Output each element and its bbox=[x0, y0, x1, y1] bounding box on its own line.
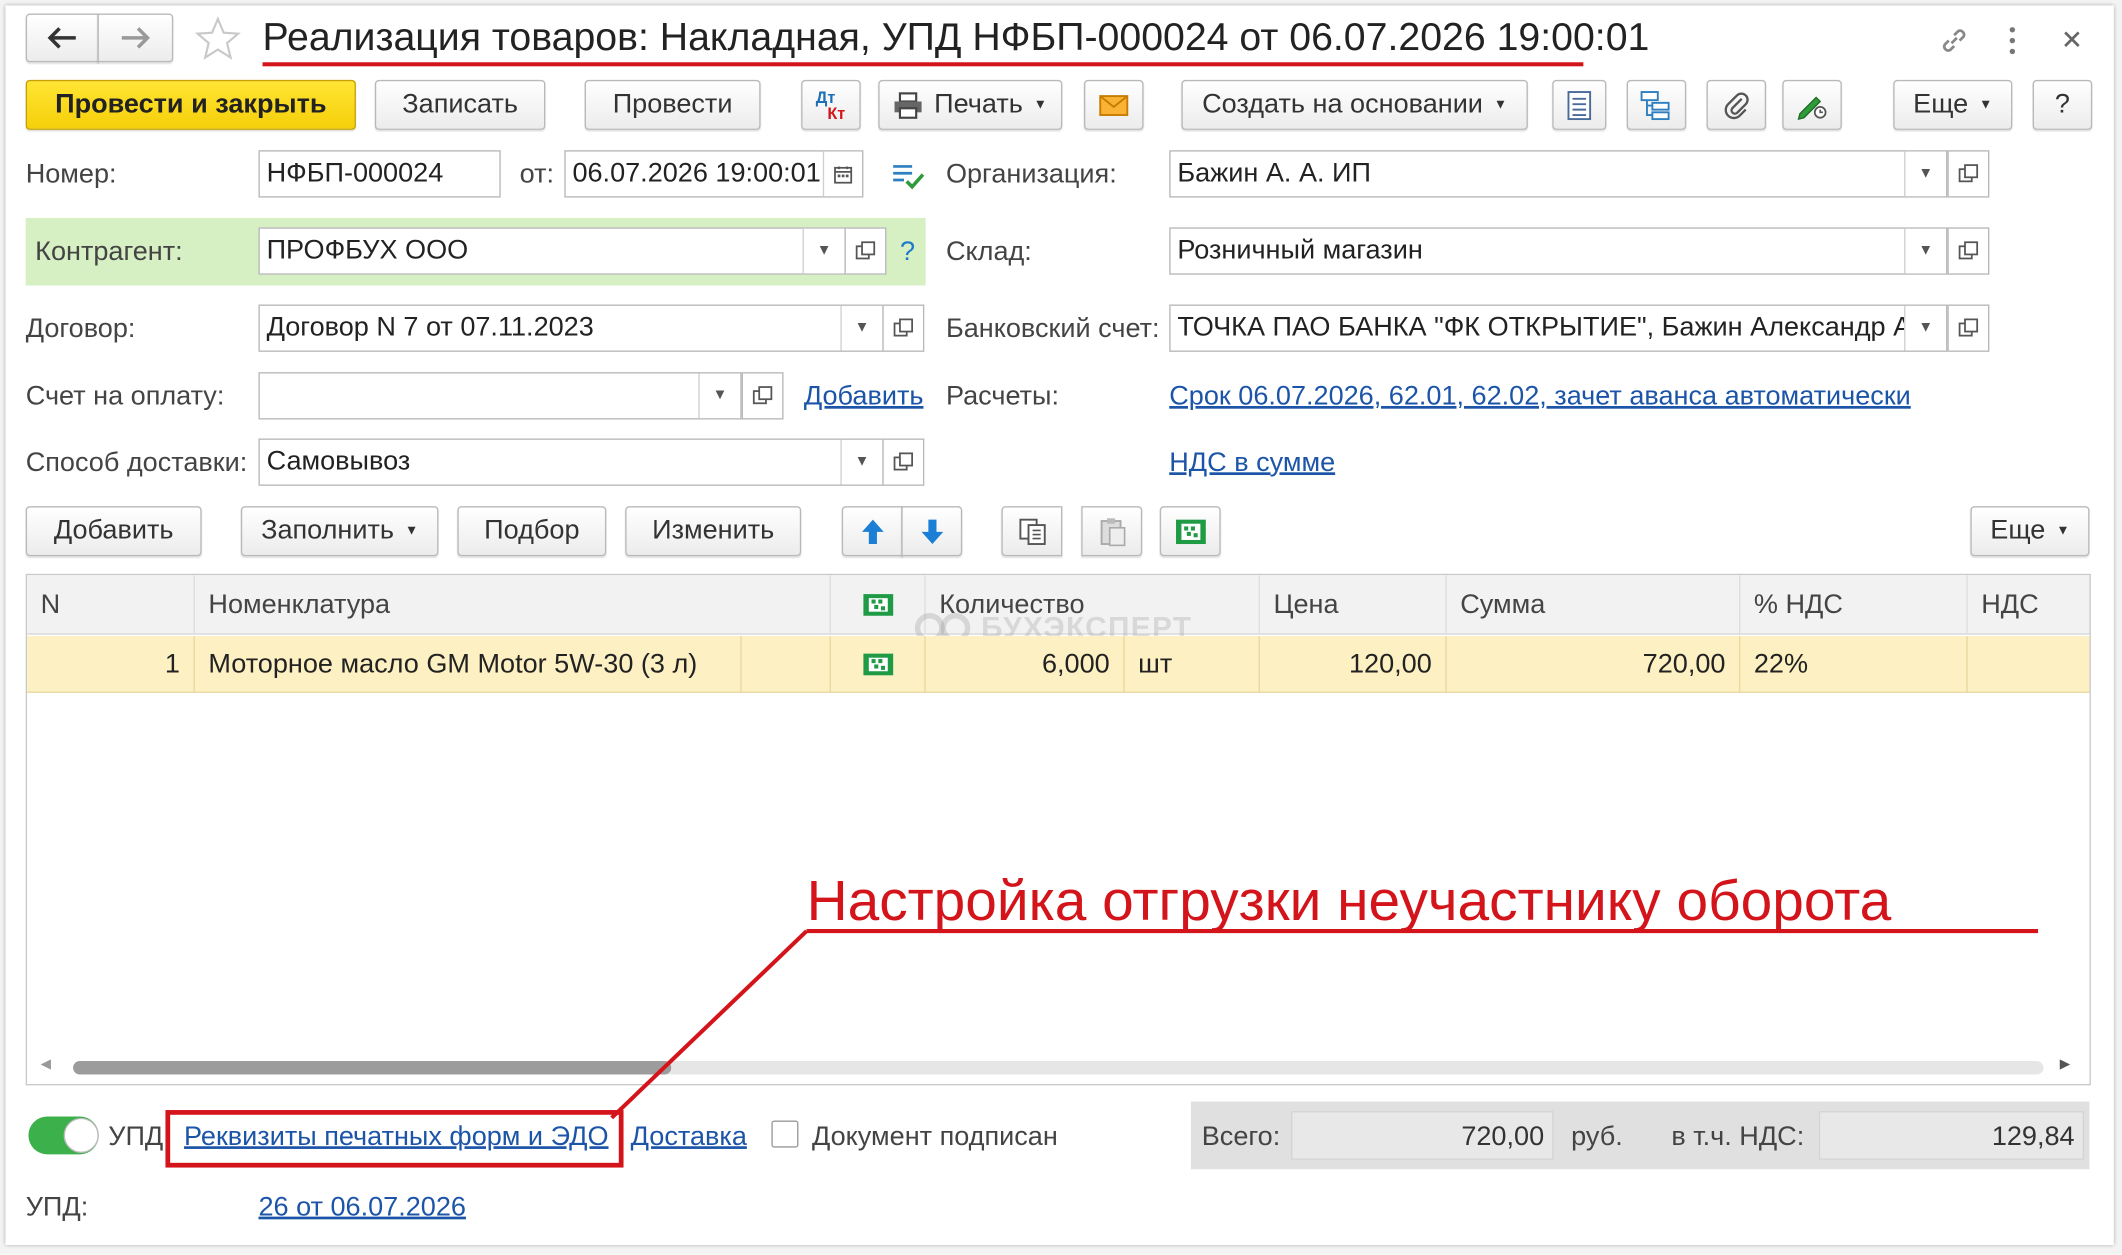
page: Реализация товаров: Накладная, УПД НФБП-… bbox=[0, 0, 2122, 1255]
currency-label: руб. bbox=[1571, 1121, 1623, 1152]
document-window: Реализация товаров: Накладная, УПД НФБП-… bbox=[5, 5, 2114, 1246]
print-forms-edo-link[interactable]: Реквизиты печатных форм и ЭДО bbox=[184, 1122, 608, 1153]
toggle-knob bbox=[63, 1117, 99, 1154]
upd-document-link[interactable]: 26 от 06.07.2026 bbox=[258, 1192, 465, 1223]
upd-toggle-label: УПД bbox=[108, 1121, 164, 1152]
totals-panel: Всего: 720,00 руб. в т.ч. НДС: 129,84 bbox=[1190, 1101, 2090, 1170]
total-value: 720,00 bbox=[1461, 1121, 1545, 1152]
vat-value-box: 129,84 bbox=[1818, 1111, 2085, 1160]
upd-label: УПД: bbox=[25, 1192, 89, 1223]
document-signed-label: Документ подписан bbox=[811, 1121, 1058, 1152]
upd-toggle[interactable] bbox=[28, 1116, 99, 1155]
total-label: Всего: bbox=[1201, 1121, 1281, 1152]
vat-value: 129,84 bbox=[1991, 1121, 2075, 1152]
vat-included-label: в т.ч. НДС: bbox=[1671, 1121, 1805, 1152]
delivery-link[interactable]: Доставка bbox=[631, 1122, 747, 1153]
annotation-pointer bbox=[165, 929, 2039, 1168]
document-signed-checkbox[interactable] bbox=[771, 1120, 799, 1148]
total-value-box: 720,00 bbox=[1291, 1111, 1554, 1160]
